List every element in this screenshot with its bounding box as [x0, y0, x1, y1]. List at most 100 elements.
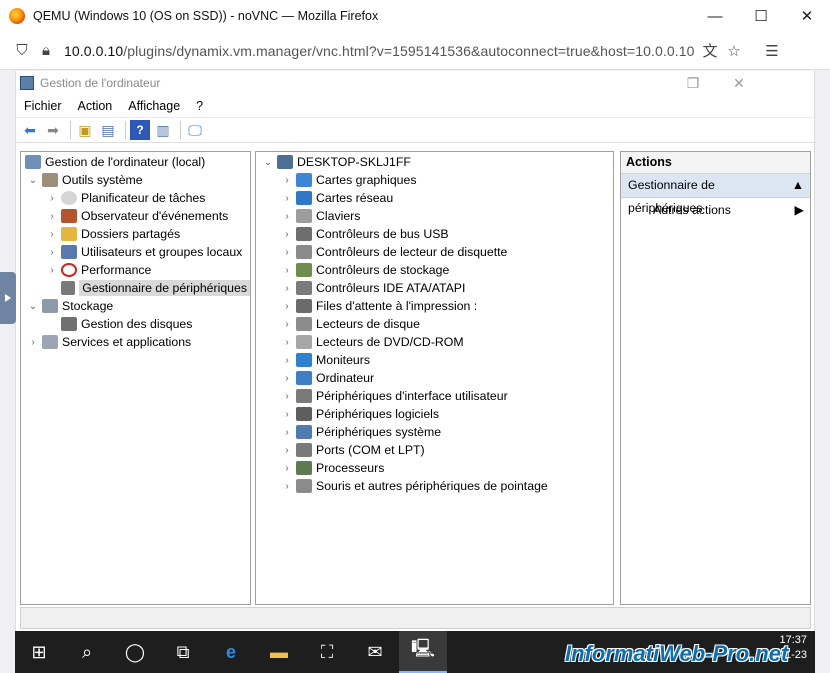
- shield-icon[interactable]: ⛉: [10, 39, 34, 63]
- collapse-triangle-icon[interactable]: ▲: [792, 174, 804, 197]
- help-icon[interactable]: ?: [130, 120, 150, 140]
- expand-chevron-icon[interactable]: ›: [281, 373, 293, 384]
- tree-root[interactable]: Gestion de l'ordinateur (local): [21, 153, 250, 171]
- tree-item-label: Performance: [81, 263, 152, 277]
- menu-icon[interactable]: ☰: [760, 39, 784, 63]
- store-icon[interactable]: ⛶: [303, 631, 351, 673]
- tree-item-device-manager[interactable]: Gestionnaire de périphériques: [21, 279, 250, 297]
- tree-item-disk-management[interactable]: Gestion des disques: [21, 315, 250, 333]
- device-category-row[interactable]: › Périphériques d'interface utilisateur: [256, 387, 613, 405]
- tree-item-local-users[interactable]: › Utilisateurs et groupes locaux: [21, 243, 250, 261]
- windows-start-icon[interactable]: ⊞: [15, 631, 63, 673]
- actions-section[interactable]: Gestionnaire de périphériques ▲: [621, 174, 810, 215]
- expand-chevron-icon[interactable]: ›: [281, 301, 293, 312]
- device-category-row[interactable]: › Ordinateur: [256, 369, 613, 387]
- tree-item-label: Gestionnaire de périphériques: [79, 280, 250, 296]
- device-category-row[interactable]: › Lecteurs de disque: [256, 315, 613, 333]
- tree-item-task-scheduler[interactable]: › Planificateur de tâches: [21, 189, 250, 207]
- device-category-label: Claviers: [316, 209, 361, 223]
- file-explorer-icon[interactable]: ▬: [255, 631, 303, 673]
- tree-item-event-viewer[interactable]: › Observateur d'événements: [21, 207, 250, 225]
- device-list-pane: ⌄ DESKTOP-SKLJ1FF › Cartes graphiques › Car…: [255, 151, 614, 605]
- menu-fichier[interactable]: Fichier: [16, 99, 70, 113]
- tree-services-apps[interactable]: › Services et applications: [21, 333, 250, 351]
- edge-icon[interactable]: e: [207, 631, 255, 673]
- tree-system-tools[interactable]: ⌄ Outils système: [21, 171, 250, 189]
- device-category-row[interactable]: › Souris et autres périphériques de point…: [256, 477, 613, 495]
- maximize-button[interactable]: ☐: [738, 0, 784, 32]
- expand-chevron-icon[interactable]: ›: [46, 229, 58, 240]
- expand-chevron-icon[interactable]: ›: [46, 211, 58, 222]
- device-category-row[interactable]: › Périphériques logiciels: [256, 405, 613, 423]
- device-category-icon: [296, 173, 312, 187]
- mmc-close-button[interactable]: ✕: [716, 71, 762, 95]
- novnc-sidebar-handle[interactable]: [0, 272, 16, 324]
- tree-item-performance[interactable]: › Performance: [21, 261, 250, 279]
- url-bar[interactable]: 10.0.0.10/plugins/dynamix.vm.manager/vnc…: [64, 43, 694, 59]
- device-category-row[interactable]: › Périphériques système: [256, 423, 613, 441]
- device-root[interactable]: ⌄ DESKTOP-SKLJ1FF: [256, 153, 613, 171]
- back-arrow-icon[interactable]: ⬅: [20, 120, 40, 140]
- up-folder-icon[interactable]: ▣: [75, 120, 95, 140]
- device-category-row[interactable]: › Contrôleurs IDE ATA/ATAPI: [256, 279, 613, 297]
- mail-icon[interactable]: ✉: [351, 631, 399, 673]
- collapse-chevron-icon[interactable]: ⌄: [27, 301, 39, 312]
- actions-pane: Actions Gestionnaire de périphériques ▲ …: [620, 151, 811, 605]
- expand-chevron-icon[interactable]: ›: [27, 337, 39, 348]
- device-category-row[interactable]: › Lecteurs de DVD/CD-ROM: [256, 333, 613, 351]
- bookmark-star-icon[interactable]: ☆: [722, 39, 746, 63]
- shared-folder-icon: [61, 227, 77, 241]
- tree-storage[interactable]: ⌄ Stockage: [21, 297, 250, 315]
- forward-arrow-icon[interactable]: ➡: [43, 120, 63, 140]
- device-category-row[interactable]: › Cartes graphiques: [256, 171, 613, 189]
- expand-chevron-icon[interactable]: ›: [281, 463, 293, 474]
- device-category-row[interactable]: › Claviers: [256, 207, 613, 225]
- expand-chevron-icon[interactable]: ›: [281, 247, 293, 258]
- expand-chevron-icon[interactable]: ›: [281, 211, 293, 222]
- monitor-icon[interactable]: 🖵︎: [185, 120, 205, 140]
- device-category-row[interactable]: › Cartes réseau: [256, 189, 613, 207]
- expand-chevron-icon[interactable]: ›: [281, 481, 293, 492]
- expand-chevron-icon[interactable]: ›: [281, 193, 293, 204]
- device-category-icon: [296, 227, 312, 241]
- device-category-row[interactable]: › Files d'attente à l'impression :: [256, 297, 613, 315]
- menu-action[interactable]: Action: [70, 99, 121, 113]
- menu-help[interactable]: ?: [188, 99, 211, 113]
- search-icon[interactable]: ⌕: [63, 631, 111, 673]
- collapse-chevron-icon[interactable]: ⌄: [262, 157, 274, 168]
- close-button[interactable]: ✕: [784, 0, 830, 32]
- expand-chevron-icon[interactable]: ›: [46, 247, 58, 258]
- collapse-chevron-icon[interactable]: ⌄: [27, 175, 39, 186]
- expand-chevron-icon[interactable]: ›: [281, 409, 293, 420]
- translate-icon[interactable]: 文: [698, 39, 722, 63]
- expand-chevron-icon[interactable]: ›: [281, 337, 293, 348]
- minimize-button[interactable]: —: [692, 0, 738, 32]
- expand-chevron-icon[interactable]: ›: [281, 355, 293, 366]
- vnc-screen[interactable]: Gestion de l'ordinateur ❐ ✕ Fichier Acti…: [15, 71, 816, 631]
- device-category-row[interactable]: › Processeurs: [256, 459, 613, 477]
- device-category-row[interactable]: › Moniteurs: [256, 351, 613, 369]
- lock-icon[interactable]: 🔒︎: [34, 39, 58, 63]
- device-category-row[interactable]: › Contrôleurs de bus USB: [256, 225, 613, 243]
- expand-chevron-icon[interactable]: ›: [281, 265, 293, 276]
- device-category-row[interactable]: › Ports (COM et LPT): [256, 441, 613, 459]
- show-tree-icon[interactable]: ▤: [98, 120, 118, 140]
- expand-chevron-icon[interactable]: ›: [281, 229, 293, 240]
- expand-chevron-icon[interactable]: ›: [46, 265, 58, 276]
- device-category-row[interactable]: › Contrôleurs de stockage: [256, 261, 613, 279]
- expand-chevron-icon[interactable]: ›: [281, 427, 293, 438]
- cortana-icon[interactable]: ◯: [111, 631, 159, 673]
- expand-chevron-icon[interactable]: ›: [46, 193, 58, 204]
- properties-icon[interactable]: ▥: [153, 120, 173, 140]
- expand-chevron-icon[interactable]: ›: [281, 283, 293, 294]
- expand-chevron-icon[interactable]: ›: [281, 391, 293, 402]
- computer-management-taskbar-icon[interactable]: 🖳︎: [399, 631, 447, 673]
- expand-chevron-icon[interactable]: ›: [281, 175, 293, 186]
- menu-affichage[interactable]: Affichage: [120, 99, 188, 113]
- tree-item-shared-folders[interactable]: › Dossiers partagés: [21, 225, 250, 243]
- mmc-restore-button[interactable]: ❐: [670, 71, 716, 95]
- expand-chevron-icon[interactable]: ›: [281, 445, 293, 456]
- device-category-row[interactable]: › Contrôleurs de lecteur de disquette: [256, 243, 613, 261]
- expand-chevron-icon[interactable]: ›: [281, 319, 293, 330]
- task-view-icon[interactable]: ⧉: [159, 631, 207, 673]
